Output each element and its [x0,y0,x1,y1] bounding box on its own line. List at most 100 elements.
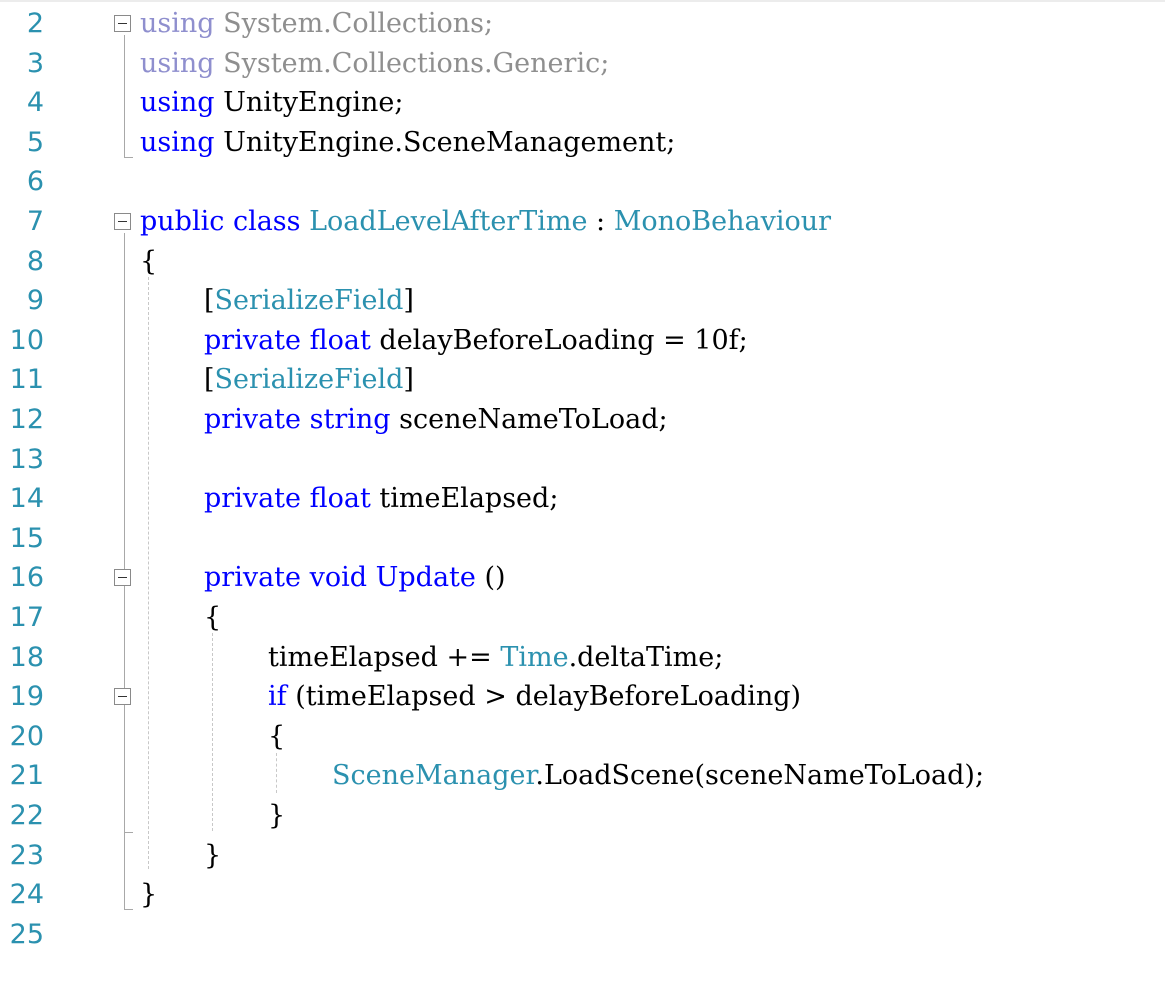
line-number: 7 [26,206,44,237]
code-line[interactable]: 14 private float timeElapsed; [0,479,1165,519]
code-token: private [204,483,302,515]
code-text: using System.Collections.Generic; [140,44,609,84]
code-text: if (timeElapsed > delayBeforeLoading) [268,677,801,717]
line-number: 22 [9,800,44,831]
code-token: [ [204,285,215,317]
code-line[interactable]: 24} [0,875,1165,915]
line-number: 12 [9,404,44,435]
line-number: 8 [26,245,44,277]
editor-top-border [0,0,1165,2]
line-number: 9 [26,285,44,317]
code-token: SceneManager [332,760,536,792]
code-text: [SerializeField] [204,281,414,321]
code-line[interactable]: 10 private float delayBeforeLoading = 10f… [0,321,1165,361]
line-number: 20 [9,720,44,752]
code-line[interactable]: 9 [SerializeField] [0,281,1165,321]
code-token: delayBeforeLoading = 10f; [370,324,748,356]
code-token: if [268,681,287,713]
code-line[interactable]: 23} [0,836,1165,876]
code-text: using System.Collections; [140,4,493,44]
code-token: private [204,562,302,594]
code-token: .LoadScene(sceneNameToLoad); [535,760,985,792]
code-line[interactable]: 15 [0,519,1165,559]
code-token: Time [500,641,569,673]
code-line[interactable]: 13 [0,440,1165,480]
code-line[interactable]: 8{ [0,242,1165,282]
line-number: 25 [9,918,44,950]
code-text: SceneManager.LoadScene(sceneNameToLoad); [332,756,984,796]
code-token: string [309,404,391,435]
code-text: private void Update () [204,558,506,598]
line-number: 14 [9,483,44,515]
code-token: sceneNameToLoad; [390,404,668,435]
code-token: .deltaTime; [568,641,724,673]
code-line[interactable]: 7 public class LoadLevelAfterTime : MonoB… [0,202,1165,242]
code-editor[interactable]: 2 using System.Collections; 3 using System.… [0,3,1165,981]
line-number: 11 [9,364,44,396]
code-text: using UnityEngine; [140,83,404,123]
code-line[interactable]: 19 if (timeElapsed > delayBeforeLoading) [0,677,1165,717]
code-token: { [204,602,222,633]
code-text: { [204,598,221,638]
line-number: 6 [26,166,44,198]
code-token: LoadLevelAfterTime [309,206,588,237]
code-token: public [140,206,225,237]
line-number: 4 [26,87,44,119]
code-text: private float timeElapsed; [204,479,558,519]
line-number: 24 [9,879,44,911]
code-text: timeElapsed += Time.deltaTime; [268,638,723,678]
code-line[interactable]: 5 using UnityEngine.SceneManagement; [0,123,1165,163]
code-token: using [140,126,215,158]
code-token: { [140,245,158,277]
code-text: { [140,242,157,282]
line-number: 16 [9,562,44,594]
code-line[interactable]: 12 private string sceneNameToLoad; [0,400,1165,440]
code-line[interactable]: 18 timeElapsed += Time.deltaTime; [0,638,1165,678]
code-token: Update [375,562,476,594]
line-number: 2 [26,8,44,39]
code-line[interactable]: 21 SceneManager.LoadScene(sceneNameToLoad… [0,756,1165,796]
code-token: (timeElapsed > delayBeforeLoading) [286,681,802,713]
code-line[interactable]: 11 [SerializeField] [0,360,1165,400]
code-line[interactable]: 22} [0,796,1165,836]
code-token: } [204,839,222,871]
line-number: 19 [9,681,44,713]
line-number: 5 [26,126,44,158]
collapse-region-icon[interactable] [114,15,131,32]
code-text: { [268,717,285,757]
code-token: System.Collections.Generic; [214,47,610,79]
code-text: private string sceneNameToLoad; [204,400,668,440]
code-token: } [268,800,286,831]
code-text: using UnityEngine.SceneManagement; [140,123,675,163]
code-line[interactable]: 6 [0,162,1165,202]
code-token: float [309,483,371,515]
code-token: () [475,562,506,594]
code-token: MonoBehaviour [613,206,832,237]
line-number: 18 [9,641,44,673]
code-line[interactable]: 16 private void Update () [0,558,1165,598]
code-token: SerializeField [214,364,404,396]
code-line[interactable]: 2 using System.Collections; [0,4,1165,44]
collapse-region-icon[interactable] [114,569,131,587]
code-line[interactable]: 25 [0,915,1165,955]
line-number: 15 [9,522,44,554]
code-line[interactable]: 20 { [0,717,1165,757]
code-token: UnityEngine.SceneManagement; [214,126,676,158]
code-line[interactable]: 3 using System.Collections.Generic; [0,44,1165,84]
line-number: 13 [9,443,44,475]
code-token: timeElapsed; [370,483,559,515]
code-text: } [140,875,157,915]
line-number: 10 [9,324,44,356]
code-text: [SerializeField] [204,360,414,400]
collapse-region-icon[interactable] [114,213,131,230]
collapse-region-icon[interactable] [114,688,131,706]
code-line[interactable]: 17 { [0,598,1165,638]
code-token: timeElapsed += [268,641,501,673]
code-token: [ [204,364,215,396]
line-number: 23 [9,839,44,871]
code-line[interactable]: 4 using UnityEngine; [0,83,1165,123]
code-token: using [140,8,215,39]
